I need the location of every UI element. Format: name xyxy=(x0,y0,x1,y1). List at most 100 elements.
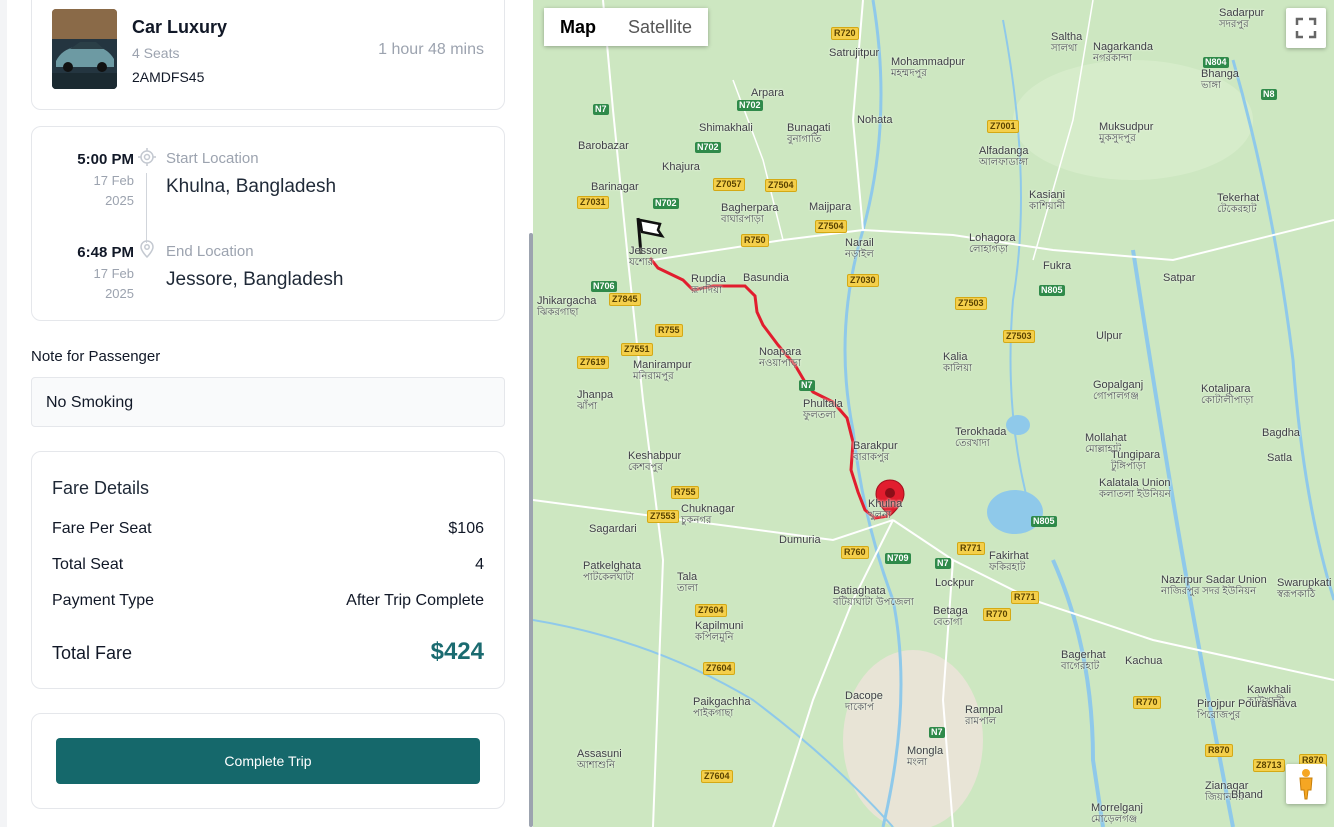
map-place-label: Bunagati বুনাগাতি xyxy=(787,122,831,145)
start-label: Start Location xyxy=(166,150,259,167)
map-place-label: Alfadanga আলফাডাঙ্গা xyxy=(979,145,1029,168)
route-map[interactable]: KaliganjSatrujitpurMohammadpurমহম্মদপুরS… xyxy=(533,0,1334,827)
map-place-label: Jhikargacha ঝিকরগাছা xyxy=(537,295,597,318)
vehicle-seats: 4 Seats xyxy=(132,45,180,61)
start-date-year: 2025 xyxy=(105,193,134,208)
road-number-tag: Z7551 xyxy=(621,343,653,356)
map-place-label: Nohata xyxy=(857,114,893,126)
total-fare-value: $424 xyxy=(430,638,484,665)
trip-duration: 1 hour 48 mins xyxy=(378,41,484,58)
map-place-label: Mohammadpur মহম্মদপুর xyxy=(891,56,965,79)
road-number-tag: Z7503 xyxy=(955,297,987,310)
action-card: Complete Trip xyxy=(31,713,505,809)
fare-row-label: Payment Type xyxy=(52,592,154,609)
map-place-label: Chuknagar চুকনগর xyxy=(681,503,735,526)
map-place-label: Batiaghata বটিয়াঘাটা উপজেলা xyxy=(833,585,914,608)
map-place-label: Fukra xyxy=(1043,260,1072,272)
map-place-label: Bagdha xyxy=(1262,427,1300,439)
fare-card: Fare Details Fare Per Seat $106 Total Se… xyxy=(31,451,505,689)
fullscreen-button[interactable] xyxy=(1286,8,1326,48)
fullscreen-icon xyxy=(1295,17,1317,39)
panel-edge xyxy=(0,0,7,827)
map-place-label: Keshabpur কেশবপুর xyxy=(628,450,682,473)
map-place-label: Shimakhali xyxy=(699,122,753,134)
map-place-label: Ulpur xyxy=(1096,330,1123,342)
map-place-label: Kalatala Union কলাতলা ইউনিয়ন xyxy=(1099,477,1171,500)
end-time: 6:48 PM xyxy=(77,244,134,261)
map-place-label: Rampal রামপাল xyxy=(965,704,1003,727)
map-place-label: Kasiani কাশিয়ানী xyxy=(1029,189,1066,212)
map-place-label: Manirampur মনিরামপুর xyxy=(633,359,692,382)
map-place-label: Kalia কালিয়া xyxy=(943,351,972,374)
road-number-tag: N7 xyxy=(799,380,815,391)
pegman-icon xyxy=(1299,769,1313,800)
start-place: Khulna, Bangladesh xyxy=(166,176,337,197)
road-number-tag: Z7604 xyxy=(695,604,727,617)
road-number-tag: N805 xyxy=(1031,516,1057,527)
map-place-label: Phultala ফুলতলা xyxy=(803,398,843,421)
map-place-label: Dumuria xyxy=(779,534,821,546)
map-place-label: Rupdia রূপদিয়া xyxy=(691,273,726,296)
road-number-tag: R770 xyxy=(1133,696,1161,709)
map-place-label: Fakirhat ফকিরহাট xyxy=(989,550,1029,573)
road-number-tag: Z7030 xyxy=(847,274,879,287)
map-type-satellite-button[interactable]: Satellite xyxy=(612,8,709,46)
road-number-tag: R720 xyxy=(831,27,859,40)
road-number-tag: Z7031 xyxy=(577,196,609,209)
end-date-day: 17 Feb xyxy=(93,266,134,281)
map-place-label: Mongla মংলা xyxy=(907,745,944,768)
map-place-label: Barobazar xyxy=(578,140,629,152)
road-number-tag: N7 xyxy=(935,558,951,569)
road-number-tag: R755 xyxy=(671,486,699,499)
map-place-label: Assasuni আশাশুনি xyxy=(577,748,622,771)
map-place-label: Tekerhat টেকেরহাট xyxy=(1217,192,1260,215)
road-number-tag: R771 xyxy=(957,542,985,555)
map-place-label: Khulna খুলনা xyxy=(868,498,903,521)
road-number-tag: R870 xyxy=(1205,744,1233,757)
map-place-label: Gopalganj গোপালগঞ্জ xyxy=(1093,379,1144,402)
map-place-label: Basundia xyxy=(743,272,789,284)
map-place-label: Kapilmuni কপিলমুনি xyxy=(695,620,744,643)
map-place-label: Satrujitpur xyxy=(829,47,880,59)
end-place: Jessore, Bangladesh xyxy=(166,269,344,290)
road-number-tag: Z7504 xyxy=(765,179,797,192)
road-number-tag: Z7604 xyxy=(703,662,735,675)
start-date-day: 17 Feb xyxy=(93,173,134,188)
vehicle-card: Car Luxury 4 Seats 2AMDFS45 1 hour 48 mi… xyxy=(31,0,505,110)
road-number-tag: Z7553 xyxy=(647,510,679,523)
complete-trip-button[interactable]: Complete Trip xyxy=(56,738,480,784)
map-place-label: Noapara নওয়াপাড়া xyxy=(759,346,802,369)
fare-title: Fare Details xyxy=(52,478,150,498)
map-place-label: Tungipara টুঙ্গিপাড়া xyxy=(1111,449,1161,472)
map-place-label: Bagerhat বাগেরহাট xyxy=(1061,649,1106,672)
note-title: Note for Passenger xyxy=(31,348,161,365)
note-box: No Smoking xyxy=(31,377,505,427)
map-place-label: Narail নড়াইল xyxy=(845,237,874,260)
total-fare-label: Total Fare xyxy=(52,643,133,663)
street-view-button[interactable] xyxy=(1286,764,1326,804)
map-place-label: Swarupkati স্বরূপকাঠি xyxy=(1277,577,1332,600)
map-place-label: Khajura xyxy=(662,161,700,173)
road-number-tag: N702 xyxy=(653,198,679,209)
fare-row-label: Total Seat xyxy=(52,556,124,573)
road-number-tag: N804 xyxy=(1203,57,1229,68)
trip-details-panel: Car Luxury 4 Seats 2AMDFS45 1 hour 48 mi… xyxy=(0,0,533,827)
map-place-label: Tala তালা xyxy=(677,571,698,594)
map-place-label: Betaga বেতাগা xyxy=(933,605,968,628)
start-time: 5:00 PM xyxy=(77,151,134,168)
map-place-label: Terokhada তেরখাদা xyxy=(955,426,1007,449)
road-number-tag: Z7845 xyxy=(609,293,641,306)
road-number-tag: Z7619 xyxy=(577,356,609,369)
map-place-label: Jessore যশোর xyxy=(629,245,668,268)
end-date-year: 2025 xyxy=(105,286,134,301)
map-type-map-button[interactable]: Map xyxy=(544,8,612,46)
road-number-tag: Z7604 xyxy=(701,770,733,783)
road-number-tag: N7 xyxy=(593,104,609,115)
road-number-tag: N709 xyxy=(885,553,911,564)
road-number-tag: Z8713 xyxy=(1253,759,1285,772)
map-place-label: Sadarpur সদরপুর xyxy=(1219,7,1265,30)
road-number-tag: Z7057 xyxy=(713,178,745,191)
route-connector xyxy=(146,173,147,243)
fare-row-value: After Trip Complete xyxy=(346,592,484,609)
map-place-label: Lockpur xyxy=(935,577,975,589)
